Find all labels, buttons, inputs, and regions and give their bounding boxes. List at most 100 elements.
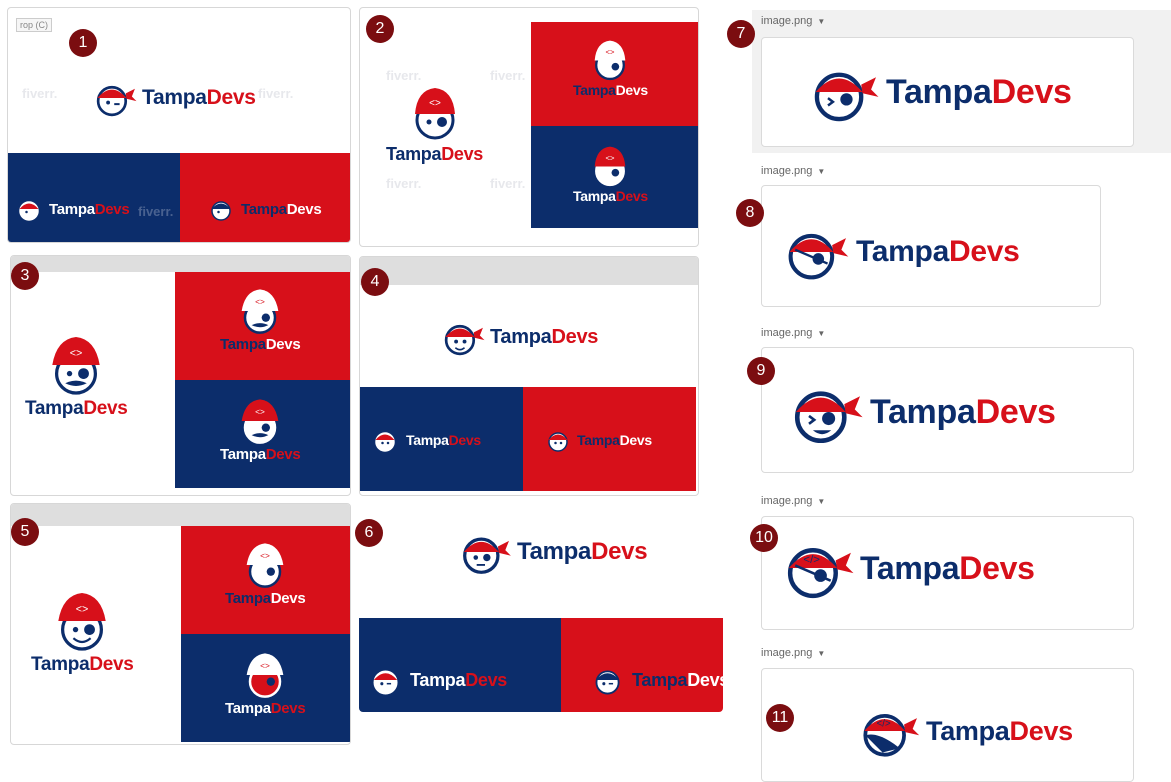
- svg-text:<>: <>: [76, 603, 89, 615]
- watermark: fiverr.: [386, 68, 422, 83]
- dropdown-caret-icon[interactable]: ▼: [817, 167, 825, 176]
- logo-option-2[interactable]: fiverr. fiverr. fiverr. fiverr. <> Tampa…: [359, 7, 699, 247]
- logo-stacked-red: <> TampaDevs: [573, 36, 648, 98]
- option-number-badge: 6: [355, 519, 383, 547]
- logo-option-6[interactable]: TampaDevs TampaDevs TampaDevs: [359, 504, 723, 712]
- pirate-mascot-icon: <>: [241, 399, 279, 444]
- dropdown-caret-icon[interactable]: ▼: [817, 649, 825, 658]
- attachment-preview-9[interactable]: TampaDevs: [761, 347, 1134, 473]
- option-number-badge: 3: [11, 262, 39, 290]
- pirate-mascot-icon: <>: [246, 653, 284, 698]
- svg-text:<>: <>: [260, 660, 270, 670]
- brand-word-devs: Devs: [948, 235, 1020, 268]
- option-number-badge: 7: [727, 20, 755, 48]
- pirate-mascot-icon: <>: [246, 543, 284, 588]
- logo-row: TampaDevs: [806, 60, 1072, 124]
- option-number-badge: 8: [736, 199, 764, 227]
- pirate-mascot-icon: [548, 432, 568, 452]
- brand-word-devs: Devs: [83, 398, 128, 419]
- attachment-preview-7[interactable]: TampaDevs: [761, 37, 1134, 147]
- brand-word-devs: Devs: [975, 392, 1056, 431]
- attachment-preview-8[interactable]: TampaDevs: [761, 185, 1101, 307]
- pirate-mascot-icon: <>: [241, 289, 279, 334]
- brand-word-tampa: Tampa: [225, 700, 271, 717]
- logo-row: TampaDevs: [780, 222, 1020, 282]
- dropdown-caret-icon[interactable]: ▼: [817, 329, 825, 338]
- brand-word-devs: Devs: [615, 188, 649, 204]
- brand-word-tampa: Tampa: [573, 188, 616, 204]
- svg-text:<>: <>: [606, 47, 615, 56]
- pirate-mascot-icon: <>: [414, 88, 455, 140]
- pirate-mascot-icon: <>: [52, 337, 100, 395]
- watermark: fiverr.: [490, 68, 526, 83]
- brand-word-devs: Devs: [89, 654, 134, 675]
- logo-row: </> TampaDevs: [856, 703, 1073, 759]
- filename-text: image.png: [761, 15, 813, 27]
- option-number-badge: 9: [747, 357, 775, 385]
- brand-word-tampa: Tampa: [856, 235, 949, 268]
- brand-word-tampa: Tampa: [870, 392, 976, 431]
- pirate-mascot-icon: [794, 391, 863, 444]
- brand-word-devs: Devs: [619, 432, 653, 448]
- brand-word-tampa: Tampa: [386, 144, 442, 164]
- brand-word-tampa: Tampa: [406, 432, 449, 448]
- logo-row-navy: TampaDevs: [372, 427, 481, 453]
- logo-option-5[interactable]: <> TampaDevs <> TampaDevs <> TampaDevs: [10, 503, 351, 745]
- pirate-mascot-icon: [444, 324, 485, 356]
- pirate-mascot-icon: <>: [58, 593, 106, 651]
- brand-word-tampa: Tampa: [410, 669, 466, 690]
- svg-text:<>: <>: [255, 406, 265, 416]
- brand-word-tampa: Tampa: [225, 590, 271, 607]
- logo-row: </> TampaDevs: [780, 535, 1035, 601]
- brand-word-tampa: Tampa: [632, 669, 688, 690]
- filename-text: image.png: [761, 647, 813, 659]
- logo-option-3[interactable]: <> TampaDevs <> TampaDevs <> TampaDevs: [10, 255, 351, 496]
- brand-word-devs: Devs: [959, 549, 1035, 586]
- attachment-preview-11[interactable]: </> TampaDevs: [761, 668, 1134, 782]
- option-number-badge: 1: [69, 29, 97, 57]
- logo-row-red: TampaDevs: [591, 664, 723, 696]
- brand-word-devs: Devs: [94, 200, 130, 218]
- logo-row-navy: TampaDevs: [369, 664, 507, 696]
- pirate-mascot-icon: [814, 72, 879, 122]
- svg-text:<>: <>: [70, 347, 83, 359]
- pirate-mascot-icon: <>: [595, 146, 626, 187]
- attachment-filename[interactable]: image.png ▼: [761, 647, 825, 659]
- attachment-filename[interactable]: image.png ▼: [761, 15, 825, 27]
- brand-word-tampa: Tampa: [517, 538, 592, 565]
- logo-row: TampaDevs: [440, 317, 598, 357]
- brand-word-devs: Devs: [991, 72, 1072, 111]
- logo-row: TampaDevs: [786, 378, 1056, 446]
- brand-word-devs: Devs: [448, 432, 482, 448]
- brand-word-tampa: Tampa: [142, 86, 207, 109]
- brand-word-tampa: Tampa: [49, 200, 95, 218]
- brand-word-tampa: Tampa: [31, 654, 90, 675]
- pirate-mascot-icon: [211, 201, 231, 221]
- dropdown-caret-icon[interactable]: ▼: [817, 497, 825, 506]
- filename-text: image.png: [761, 327, 813, 339]
- brand-word-tampa: Tampa: [926, 715, 1010, 746]
- logo-stacked-navy: <> TampaDevs: [573, 142, 648, 204]
- pirate-mascot-icon: [375, 432, 395, 452]
- brand-word-tampa: Tampa: [220, 336, 266, 353]
- attachment-filename[interactable]: image.png ▼: [761, 327, 825, 339]
- logo-option-4[interactable]: TampaDevs TampaDevs TampaDevs: [359, 256, 699, 496]
- option-number-badge: 4: [361, 268, 389, 296]
- pirate-mascot-icon: [463, 537, 511, 574]
- watermark: fiverr.: [22, 86, 58, 101]
- brand-word-tampa: Tampa: [25, 398, 84, 419]
- pirate-mascot-icon: </>: [863, 714, 920, 757]
- brand-word-tampa: Tampa: [577, 432, 620, 448]
- attachment-filename[interactable]: image.png ▼: [761, 165, 825, 177]
- logo-option-1[interactable]: rop (C) fiverr. fiverr. TampaDevs fiverr…: [7, 7, 351, 243]
- logo-row-red: TampaDevs: [208, 196, 322, 222]
- option-number-badge: 10: [750, 524, 778, 552]
- dropdown-caret-icon[interactable]: ▼: [817, 17, 825, 26]
- brand-word-tampa: Tampa: [860, 549, 960, 586]
- attachment-preview-10[interactable]: </> TampaDevs: [761, 516, 1134, 630]
- pirate-mascot-icon: [595, 670, 620, 695]
- pirate-mascot-icon: <>: [595, 40, 626, 81]
- pirate-mascot-icon: [96, 85, 137, 117]
- logo-stacked: <> TampaDevs: [25, 332, 128, 420]
- attachment-filename[interactable]: image.png ▼: [761, 495, 825, 507]
